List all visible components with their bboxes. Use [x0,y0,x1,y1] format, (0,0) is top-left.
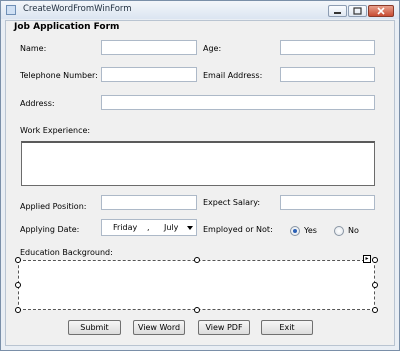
education-label: Education Background: [20,248,113,257]
resize-handle-bottom[interactable] [194,307,200,313]
title-bar[interactable]: CreateWordFromWinForm [1,1,399,19]
applied-position-label: Applied Position: [20,202,87,211]
employed-no-radio[interactable] [334,226,344,236]
resize-handle-top-left[interactable] [15,257,21,263]
resize-handle-bottom-right[interactable] [372,307,378,313]
app-icon [6,5,16,15]
minimize-button[interactable] [328,5,347,17]
age-input[interactable] [280,40,375,55]
address-label: Address: [20,99,55,108]
chevron-down-icon[interactable] [187,226,193,230]
expect-salary-input[interactable] [280,195,375,210]
view-word-button[interactable]: View Word [133,320,185,335]
form-heading: Job Application Form [14,22,120,32]
telephone-label: Telephone Number: [20,71,98,80]
close-button[interactable] [368,5,394,17]
resize-handle-right[interactable] [372,282,378,288]
employed-yes-radio[interactable] [290,226,300,236]
resize-handle-bottom-left[interactable] [15,307,21,313]
minimize-icon [334,12,341,14]
address-input[interactable] [101,95,375,110]
name-input[interactable] [101,40,197,55]
employed-yes-label[interactable]: Yes [304,226,317,235]
maximize-icon [353,7,362,15]
resize-handle-top-right[interactable] [372,257,378,263]
email-input[interactable] [280,67,375,82]
window-title: CreateWordFromWinForm [23,4,132,14]
age-label: Age: [203,44,222,53]
employed-no-label[interactable]: No [348,226,359,235]
date-month: July [164,223,179,232]
education-richtextbox[interactable] [18,260,375,310]
applied-position-input[interactable] [101,195,197,210]
applying-date-picker[interactable]: Friday , July [101,219,197,236]
date-weekday: Friday [113,223,138,232]
name-label: Name: [20,44,47,53]
resize-handle-left[interactable] [15,282,21,288]
view-pdf-button[interactable]: View PDF [198,320,250,335]
date-separator: , [147,223,150,232]
email-label: Email Address: [203,71,263,80]
expect-salary-label: Expect Salary: [203,198,261,207]
applying-date-label: Applying Date: [20,225,80,234]
maximize-button[interactable] [348,5,367,17]
close-icon [377,7,385,15]
submit-button[interactable]: Submit [68,320,121,335]
exit-button[interactable]: Exit [261,320,313,335]
work-experience-label: Work Experience: [20,126,91,135]
work-experience-textarea[interactable] [21,141,375,186]
telephone-input[interactable] [101,67,197,82]
resize-handle-top[interactable] [194,257,200,263]
smart-tag-arrow-icon[interactable]: ▸ [363,255,371,263]
employed-label: Employed or Not: [203,225,273,234]
